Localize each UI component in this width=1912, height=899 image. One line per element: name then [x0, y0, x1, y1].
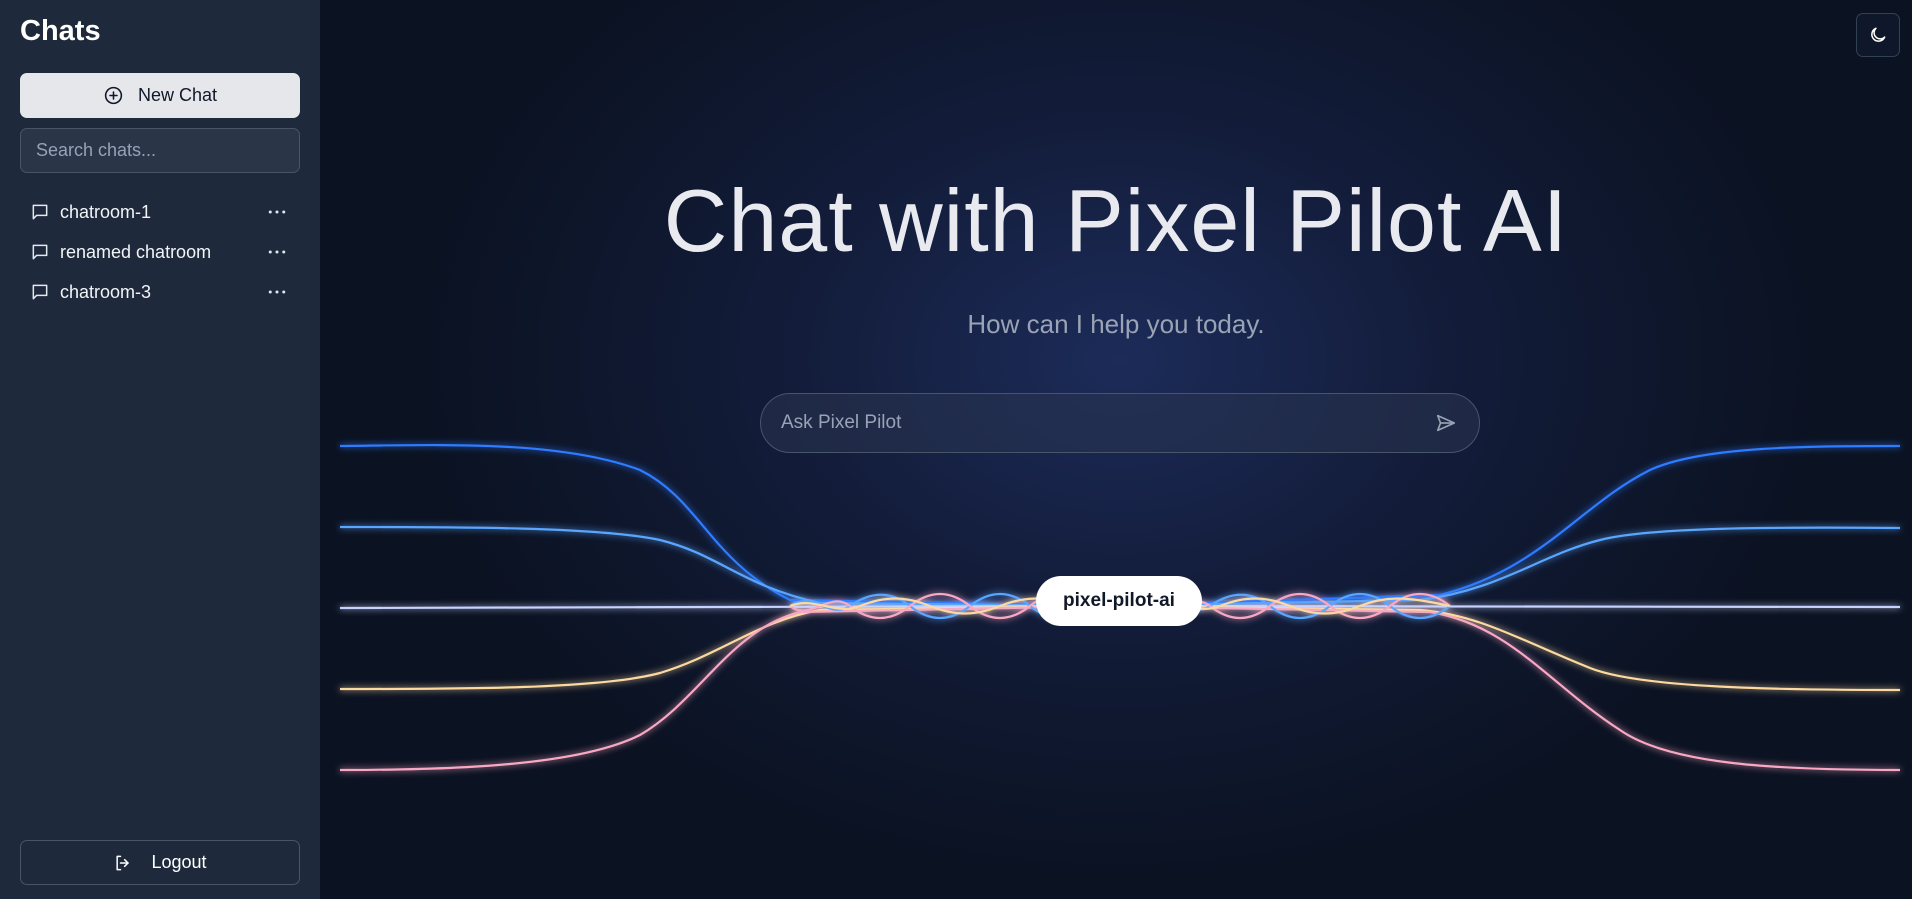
message-square-icon	[30, 242, 50, 262]
chat-item-label: chatroom-3	[60, 281, 152, 302]
more-horizontal-icon[interactable]	[264, 242, 290, 262]
sidebar-title: Chats	[20, 15, 101, 47]
wave-line-light-blue	[1109, 526, 1901, 608]
logout-label: Logout	[151, 852, 207, 872]
message-square-icon	[30, 282, 50, 302]
logout-button[interactable]: Logout	[20, 840, 300, 885]
plus-circle-icon	[103, 85, 124, 106]
wave-line-yellow	[1109, 604, 1901, 692]
chat-item-chatroom-3[interactable]: chatroom-3	[20, 272, 300, 312]
wave-decoration	[339, 443, 1901, 772]
wave-line-blue	[339, 443, 1111, 608]
model-badge[interactable]: pixel-pilot-ai	[1036, 576, 1202, 626]
log-out-icon	[113, 853, 133, 873]
message-square-icon	[30, 202, 50, 222]
chat-item-label: renamed chatroom	[60, 241, 212, 262]
search-chats-input[interactable]	[20, 128, 300, 173]
chat-item-chatroom-1[interactable]: chatroom-1	[20, 192, 300, 232]
more-horizontal-icon[interactable]	[264, 202, 290, 222]
wave-line-blue	[1109, 444, 1901, 608]
more-horizontal-icon[interactable]	[264, 282, 290, 302]
chat-item-renamed-chatroom[interactable]: renamed chatroom	[20, 232, 300, 272]
sidebar: Chats New Chat chatroom-1 renamed chatro…	[0, 0, 320, 899]
main-area: Chat with Pixel Pilot AI How can I help …	[320, 0, 1912, 899]
new-chat-label: New Chat	[137, 85, 218, 105]
new-chat-button[interactable]: New Chat	[20, 73, 300, 118]
chat-list: chatroom-1 renamed chatroom chatroom-3	[20, 192, 300, 312]
chat-item-label: chatroom-1	[60, 201, 152, 222]
